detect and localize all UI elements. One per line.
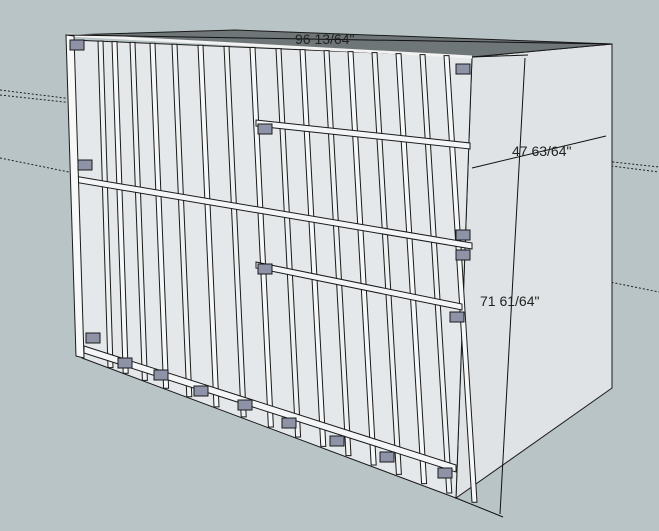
- cleat-block: [77, 159, 93, 171]
- width-dimension-label: 96 13/64": [295, 31, 354, 47]
- cleat-block: [281, 417, 297, 429]
- depth-dimension-label: 47 63/64": [512, 143, 571, 159]
- cleat-block: [117, 357, 133, 369]
- cleat-block: [257, 123, 273, 135]
- cleat-block: [455, 249, 471, 261]
- height-dimension-label: 71 61/64": [480, 293, 539, 309]
- cleat-block: [449, 311, 465, 323]
- cleat-block: [193, 385, 209, 397]
- cleat-block: [153, 369, 169, 381]
- cleat-block: [379, 451, 395, 463]
- cleat-block: [437, 467, 453, 479]
- height-ext-bottom: [455, 497, 504, 518]
- cleat-block: [69, 39, 85, 51]
- sketchup-viewport[interactable]: 96 13/64" 47 63/64" 71 61/64": [0, 0, 659, 531]
- cleat-block: [237, 399, 253, 411]
- cleat-block: [85, 332, 101, 344]
- cleat-block: [455, 229, 471, 241]
- cleat-block: [257, 263, 273, 275]
- shelving-unit-drawing: 96 13/64" 47 63/64" 71 61/64": [0, 29, 659, 518]
- cleat-block: [329, 435, 345, 447]
- cleat-block: [455, 63, 471, 75]
- right-side-panel: [455, 43, 613, 499]
